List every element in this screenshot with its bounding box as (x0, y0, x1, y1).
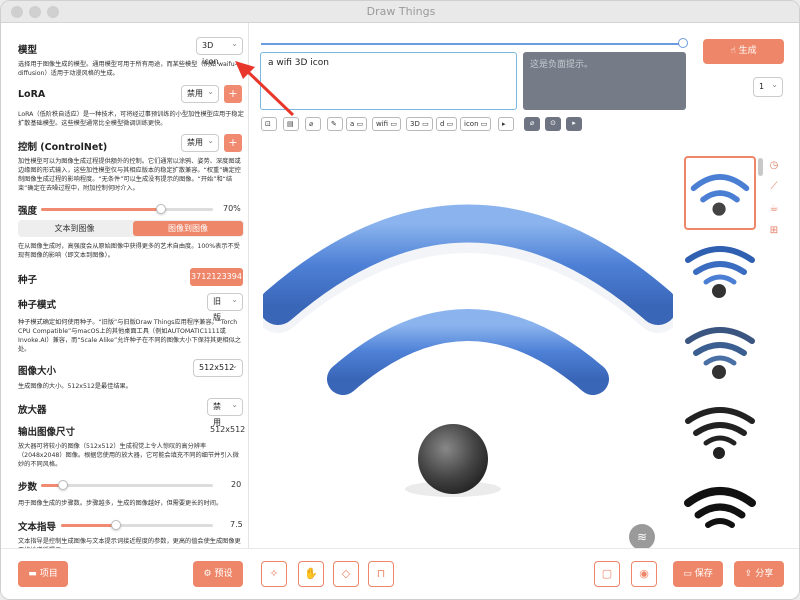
image-size-description: 生成图像的大小。512x512是最佳结果。 (18, 383, 132, 390)
save-icon: ▭ (683, 569, 692, 579)
wifi-icon (690, 174, 750, 216)
image-size-label: 图像大小 (18, 366, 57, 377)
strength-value: 70% (223, 204, 241, 213)
grid-icon[interactable]: ⊞ (767, 225, 781, 239)
steps-label: 步数 (18, 482, 38, 493)
wifi-icon (685, 246, 755, 298)
controlnet-label: 控制 (ControlNet) (18, 142, 108, 153)
seed-field[interactable]: 3712123394 (190, 268, 243, 286)
seed-label: 种子 (18, 275, 38, 286)
wifi-icon (685, 327, 755, 379)
stamp-icon[interactable]: ⊓ (368, 561, 394, 587)
mode-description: 在从图像生成时，高强度会从原始图像中获得更多的艺术自由度。100%表示不受现有图… (18, 243, 240, 259)
negative-play-icon[interactable]: ▸ (566, 117, 582, 131)
thumbs-up-icon: ☝ (730, 46, 736, 56)
zoom-window-button[interactable] (47, 6, 59, 18)
history-thumbnail-4[interactable] (684, 399, 756, 473)
guidance-slider-knob[interactable] (110, 520, 121, 530)
strength-slider[interactable] (41, 204, 213, 214)
mode-segmented-control: 文本到图像 图像到图像 (18, 220, 244, 237)
lora-label: LoRA (18, 89, 46, 100)
progress-handle[interactable] (678, 38, 688, 48)
generated-image-canvas[interactable] (263, 141, 673, 541)
output-size-label: 输出图像尺寸 (18, 427, 76, 438)
output-size-value: 512x512 (210, 425, 246, 434)
token-d[interactable]: d ▭ (436, 117, 458, 131)
txt2img-tab[interactable]: 文本到图像 (18, 220, 131, 237)
model-dropdown[interactable]: 3D icon (196, 36, 243, 66)
wifi-icon (684, 487, 756, 528)
save-button[interactable]: ▭ 保存 (673, 561, 723, 587)
controlnet-description: 加性模型可以为图像生成过程提供额外的控制。它们通常以涂鸦、姿势、深度图或边缘图的… (18, 158, 241, 192)
project-button[interactable]: ▬ 项目 (18, 561, 68, 587)
history-icon[interactable]: ◷ (767, 160, 781, 174)
close-window-button[interactable] (11, 6, 23, 18)
share-icon: ⇪ (744, 569, 753, 579)
steps-slider-knob[interactable] (58, 480, 69, 490)
token-icon[interactable]: icon ▭ (460, 117, 492, 131)
history-thumbnail-1[interactable] (684, 156, 756, 230)
window-title: Draw Things (366, 5, 436, 18)
generate-button[interactable]: ☝ 生成 (703, 39, 784, 64)
hand-icon[interactable]: ✋ (298, 561, 324, 587)
model-label: 模型 (18, 45, 38, 56)
title-bar: Draw Things (1, 1, 799, 23)
controlnet-dropdown[interactable]: 禁用 (181, 133, 219, 152)
share-button[interactable]: ⇪ 分享 (734, 561, 784, 587)
guidance-slider[interactable] (61, 520, 213, 530)
wifi-icon (685, 407, 755, 459)
play-icon[interactable]: ▸ (498, 117, 514, 131)
gear-icon: ⚙ (203, 569, 212, 579)
seed-mode-label: 种子模式 (18, 300, 57, 311)
negative-prompt-input[interactable]: 这是负面提示。 (523, 52, 686, 110)
img2img-tab[interactable]: 图像到图像 (133, 221, 243, 236)
minimize-window-button[interactable] (29, 6, 41, 18)
camera-icon[interactable]: ◉ (631, 561, 657, 587)
guidance-label: 文本指导 (18, 522, 57, 533)
steps-value: 20 (231, 480, 242, 489)
eraser-icon[interactable]: ◇ (333, 561, 359, 587)
negative-attach-icon[interactable]: ⌀ (524, 117, 540, 131)
app-window: Draw Things 模型 3D icon 选择用于图像生成的模型。通用模型可… (0, 0, 800, 600)
lora-description: LoRA（低阶秩自适应）是一种技术，可将经过事预训练的小型加性模型应用于稳定扩散… (18, 111, 244, 127)
guidance-description: 文本指导是控制生成图像与文本提示词接近程度的参数，更高的值会使生成图像更严格地遵… (18, 538, 241, 548)
annotation-arrow (235, 61, 295, 117)
history-thumbnail-3[interactable] (684, 319, 756, 393)
lora-dropdown[interactable]: 禁用 (181, 84, 219, 103)
batch-count-dropdown[interactable]: 1 (753, 76, 783, 97)
folder-icon: ▬ (28, 569, 37, 579)
seed-mode-dropdown[interactable]: 旧版 (207, 292, 243, 322)
guidance-value: 7.5 (230, 520, 243, 529)
progress-bar (261, 43, 683, 45)
token-wifi[interactable]: wifi ▭ (372, 117, 401, 131)
cup-icon[interactable]: ☕ (767, 203, 781, 217)
history-scrollbar[interactable] (758, 158, 763, 176)
add-controlnet-button[interactable]: + (224, 134, 242, 152)
attach-icon[interactable]: ⌀ (305, 117, 321, 131)
image-size-dropdown[interactable]: 512x512 (193, 358, 243, 377)
sticky-note-icon[interactable]: ▢ (594, 561, 620, 587)
settings-panel[interactable]: 模型 3D icon 选择用于图像生成的模型。通用模型可用于所有用途，而某些模型… (1, 23, 249, 548)
token-3d[interactable]: 3D ▭ (406, 117, 433, 131)
seed-mode-description: 种子模式确定如何使用种子。“旧版”与旧版Draw Things应用程序兼容。“T… (18, 319, 241, 353)
magic-wand-icon[interactable]: ✧ (261, 561, 287, 587)
output-size-description: 放大器可将较小的图像（512x512）生成视觉上令人惊叹的高分辨率（2048x2… (18, 443, 239, 468)
strength-label: 强度 (18, 206, 38, 217)
model-description: 选择用于图像生成的模型。通用模型可用于所有用途，而某些模型（例如 waifu-d… (18, 61, 237, 77)
upscaler-label: 放大器 (18, 405, 47, 416)
brush-icon[interactable]: ⟋ (767, 181, 781, 195)
history-thumbnail-5[interactable] (684, 477, 756, 551)
history-thumbnail-2[interactable] (684, 238, 756, 312)
token-a[interactable]: a ▭ (346, 117, 368, 131)
steps-description: 用于图像生成的步骤数。步骤越多，生成的图像越好，但需要更长的时间。 (18, 500, 223, 507)
steps-slider[interactable] (41, 480, 213, 490)
preset-button[interactable]: ⚙ 预设 (193, 561, 243, 587)
upscaler-dropdown[interactable]: 禁用 (207, 397, 243, 427)
paint-icon[interactable]: ✎ (327, 117, 343, 131)
negative-settings-icon[interactable]: ⊙ (545, 117, 561, 131)
layers-icon[interactable]: ≋ (629, 524, 655, 550)
strength-slider-knob[interactable] (156, 204, 167, 214)
